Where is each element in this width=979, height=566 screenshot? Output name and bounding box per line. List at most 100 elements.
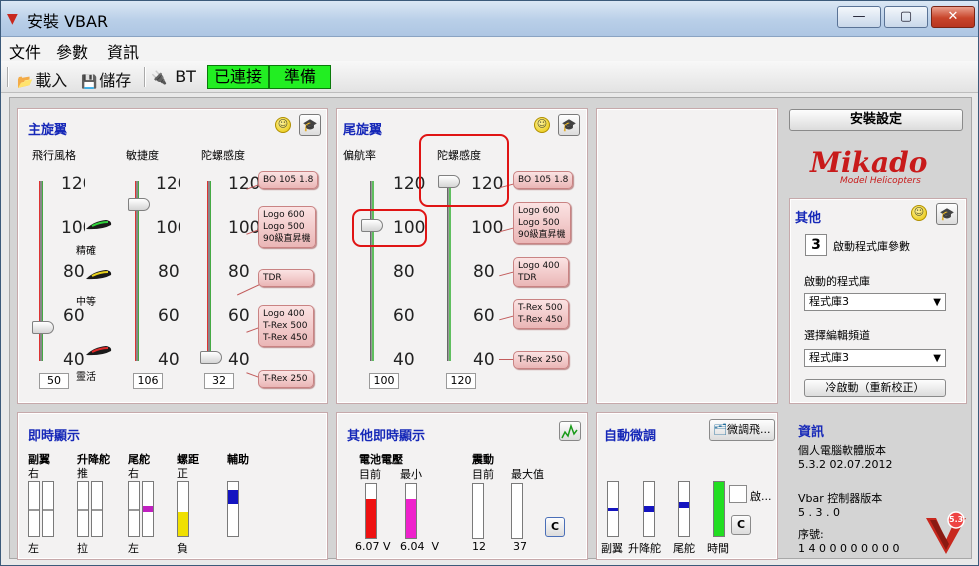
agile-helicopter-icon: [86, 346, 112, 356]
precise-helicopter-icon: [86, 220, 112, 230]
open-folder-icon: 📂: [17, 75, 34, 90]
trim-reset-button[interactable]: C: [731, 515, 751, 535]
scale-label: 120: [61, 174, 85, 194]
time-trim-fill: [714, 482, 724, 536]
expert-mode-icon[interactable]: 🎓: [299, 114, 321, 136]
mikado-logo: Mikado Model Helicopters: [810, 146, 950, 186]
agility-slider-thumb[interactable]: [128, 197, 150, 211]
toolbar-separator: [144, 67, 146, 87]
tag-line: T-Rex 500: [518, 303, 563, 313]
tail-rotor-title: 尾旋翼: [343, 123, 383, 138]
preset-tag-trex250[interactable]: T-Rex 250: [513, 351, 569, 369]
app-window: ▼ 安裝 VBAR — ▢ ✕ 文件 參數 資訊 📂 載入 💾 儲存 🔌 BT 已連接…: [0, 0, 979, 566]
other-title: 其他: [795, 211, 822, 226]
active-bank-value: 程式庫3: [809, 295, 849, 308]
aux-level-marker: [228, 490, 238, 505]
preset-tag-logo400[interactable]: Logo 400 T-Rex 500 T-Rex 450: [258, 305, 314, 347]
time-trim-label: 時間: [707, 542, 729, 555]
agility-label: 敏捷度: [126, 149, 159, 162]
active-bank-select[interactable]: 程式庫3 ▼: [804, 293, 946, 311]
flight-style-label: 飛行風格: [32, 149, 76, 162]
preset-tag-logo600[interactable]: Logo 600 Logo 500 90級直昇機: [513, 202, 571, 244]
trim-book-icon: 🗂: [713, 423, 727, 436]
edit-bank-label: 選擇編輯頻道: [804, 329, 870, 342]
load-button[interactable]: 📂 載入: [17, 67, 67, 91]
minimize-button[interactable]: —: [837, 6, 881, 28]
elevator-top-label: 推: [77, 467, 88, 480]
preset-tag-trex500[interactable]: T-Rex 500 T-Rex 450: [513, 299, 569, 329]
maximize-button[interactable]: ▢: [884, 6, 928, 28]
preset-tag-logo600[interactable]: Logo 600 Logo 500 90級直昇機: [258, 206, 316, 248]
yaw-rate-value[interactable]: 100: [369, 373, 399, 389]
expert-mode-icon[interactable]: 🎓: [936, 203, 958, 225]
active-bank-label: 啟動的程式庫: [804, 275, 870, 288]
vibration-current-bar: [472, 483, 484, 539]
battery-current-fill: [366, 498, 376, 538]
vibration-max-value: 37: [513, 540, 527, 553]
fine-trim-button[interactable]: 🗂微調飛...: [709, 419, 775, 441]
highlight-annotation: [419, 134, 509, 207]
preset-tag-trex250[interactable]: T-Rex 250: [258, 370, 314, 388]
battery-current-value: 6.07 V: [355, 540, 391, 553]
vbar-app-icon: ▼: [7, 11, 18, 27]
cold-start-button[interactable]: 冷啟動（重新校正）: [804, 379, 946, 397]
tail-gyro-slider-track[interactable]: [447, 181, 451, 361]
scale-label: 80: [228, 262, 250, 282]
elevator-trim-bar: [643, 481, 655, 537]
auto-trim-title: 自動微調: [604, 429, 657, 444]
scale-label: 100: [471, 218, 504, 238]
rudder-top-label: 右: [128, 467, 139, 480]
pitch-top-label: 正: [177, 467, 188, 480]
battery-min-bar: [405, 483, 417, 539]
aux-label: 輔助: [227, 453, 249, 466]
medium-label: 中等: [76, 297, 96, 308]
preset-tag-bo105[interactable]: BO 105 1.8: [258, 171, 319, 189]
tag-line: Logo 500: [263, 222, 305, 232]
preset-tag-tdr[interactable]: TDR: [258, 269, 314, 287]
preset-tag-logo400[interactable]: Logo 400 TDR: [513, 257, 569, 287]
floppy-disk-icon: 💾: [81, 75, 98, 90]
gyro-slider-track[interactable]: [207, 181, 211, 361]
flight-style-value[interactable]: 50: [39, 373, 69, 389]
center-line: [92, 509, 102, 511]
save-button[interactable]: 💾 儲存: [81, 67, 131, 91]
close-button[interactable]: ✕: [931, 6, 975, 28]
tag-line: 90級直昇機: [263, 234, 311, 244]
title-bar: ▼ 安裝 VBAR — ▢ ✕: [1, 1, 978, 37]
menu-file[interactable]: 文件: [9, 39, 41, 63]
gyro-value[interactable]: 32: [204, 373, 234, 389]
aux-bar: [227, 481, 239, 537]
menu-parameters[interactable]: 參數: [56, 39, 88, 63]
expert-mode-icon[interactable]: 🎓: [558, 114, 580, 136]
aileron-trim-marker: [608, 507, 618, 511]
smiley-icon: ☺: [275, 117, 291, 133]
aileron-bar-left: [28, 481, 40, 537]
load-label: 載入: [35, 71, 68, 90]
time-trim-bar: [713, 481, 725, 537]
scale-label: 40: [228, 350, 250, 370]
agility-value[interactable]: 106: [133, 373, 163, 389]
battery-label: 電池電壓: [359, 453, 403, 466]
preset-tag-bo105[interactable]: BO 105 1.8: [513, 171, 574, 189]
battery-current-label: 目前: [359, 468, 381, 481]
pc-version-value: 5.3.2 02.07.2012: [798, 458, 893, 471]
flight-style-slider-thumb[interactable]: [32, 321, 54, 335]
edit-bank-select[interactable]: 程式庫3 ▼: [804, 349, 946, 367]
other-live-panel: 其他即時顯示 電池電壓 目前 最小 6.07 V 6.04 V 震動 目前 最大…: [336, 412, 588, 560]
highlight-annotation: [352, 209, 427, 247]
setup-button[interactable]: 安裝設定: [789, 109, 963, 131]
main-rotor-panel: 主旋翼 ☺ 🎓 飛行風格 敏捷度 陀螺感度 120 100 80 60 40 精…: [17, 108, 328, 404]
unit-label: V: [431, 540, 440, 553]
menu-info[interactable]: 資訊: [107, 39, 139, 63]
scale-label: 40: [473, 350, 495, 370]
vibration-reset-button[interactable]: C: [545, 517, 565, 537]
graph-button[interactable]: [559, 421, 581, 441]
bt-button[interactable]: 🔌 BT: [151, 67, 196, 86]
tail-gyro-value[interactable]: 120: [446, 373, 476, 389]
toolbar-grip: [7, 67, 9, 87]
gyro-slider-thumb[interactable]: [200, 351, 222, 364]
yaw-rate-slider-track[interactable]: [370, 181, 374, 361]
rudder-bar-left: [128, 481, 140, 537]
enable-trim-checkbox[interactable]: [729, 485, 747, 503]
rudder-level-marker: [143, 506, 153, 512]
